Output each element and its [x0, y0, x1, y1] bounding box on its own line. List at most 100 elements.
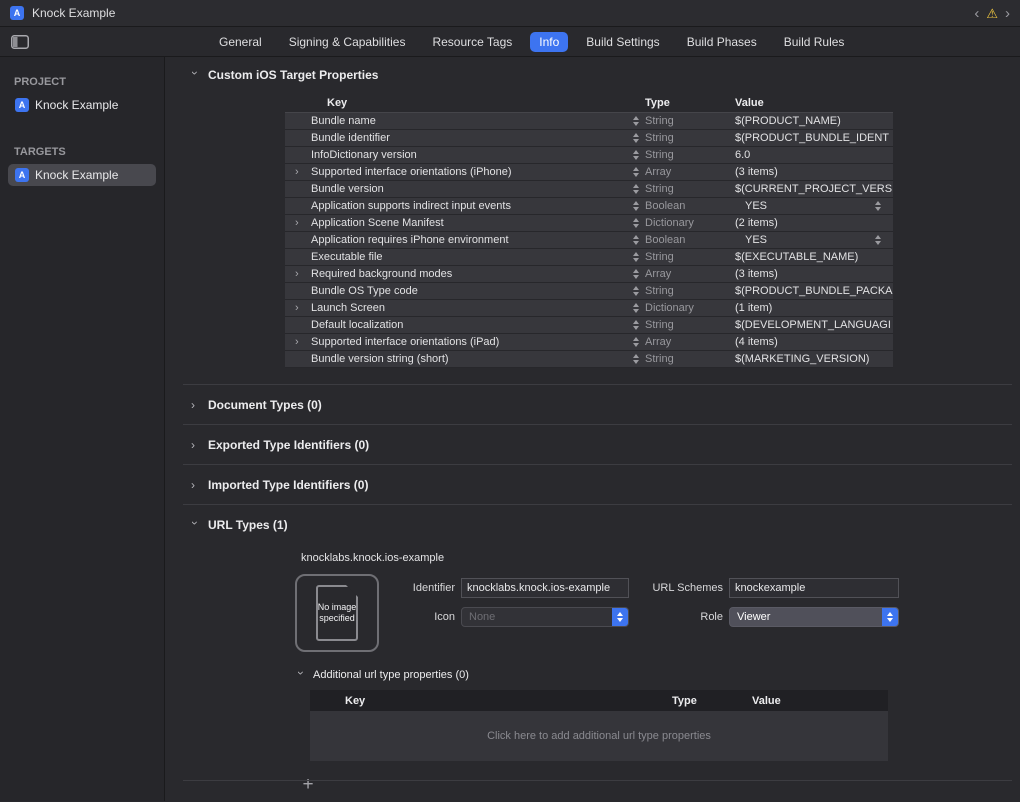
key-stepper-icon[interactable]	[633, 201, 639, 211]
property-row[interactable]: ›Default localizationString$(DEVELOPMENT…	[285, 317, 893, 334]
tab-general[interactable]: General	[210, 32, 271, 52]
property-value[interactable]: $(CURRENT_PROJECT_VERS	[735, 183, 892, 195]
tab-signing-capabilities[interactable]: Signing & Capabilities	[280, 32, 415, 52]
property-type[interactable]: String	[645, 115, 735, 127]
property-type[interactable]: String	[645, 353, 735, 365]
property-type[interactable]: String	[645, 251, 735, 263]
property-row[interactable]: ›Supported interface orientations (iPad)…	[285, 334, 893, 351]
disclosure-icon[interactable]: ›	[295, 166, 311, 178]
key-stepper-icon[interactable]	[633, 303, 639, 313]
key-stepper-icon[interactable]	[633, 167, 639, 177]
icon-dropdown[interactable]: None	[461, 607, 629, 627]
property-value[interactable]: (3 items)	[735, 268, 778, 280]
property-type[interactable]: Array	[645, 268, 735, 280]
property-type[interactable]: String	[645, 183, 735, 195]
key-stepper-icon[interactable]	[633, 354, 639, 364]
back-icon[interactable]: ‹	[974, 6, 979, 21]
property-type[interactable]: Boolean	[645, 234, 735, 246]
warning-icon[interactable]: ⚠	[986, 7, 998, 20]
sidebar-item-target[interactable]: A Knock Example	[8, 164, 156, 186]
property-type[interactable]: String	[645, 132, 735, 144]
property-type[interactable]: Boolean	[645, 200, 735, 212]
add-url-type-button[interactable]: +	[297, 775, 319, 795]
property-value[interactable]: 6.0	[735, 149, 750, 161]
sidebar-toggle-icon[interactable]	[11, 35, 29, 49]
property-value[interactable]: $(DEVELOPMENT_LANGUAGI	[735, 319, 891, 331]
property-value[interactable]: $(PRODUCT_BUNDLE_IDENT	[735, 132, 889, 144]
property-type[interactable]: Array	[645, 166, 735, 178]
value-stepper-icon[interactable]	[875, 235, 881, 245]
property-value[interactable]: (4 items)	[735, 336, 778, 348]
tab-resource-tags[interactable]: Resource Tags	[423, 32, 521, 52]
property-row[interactable]: ›Bundle OS Type codeString$(PRODUCT_BUND…	[285, 283, 893, 300]
section-header-custom-props[interactable]: › Custom iOS Target Properties	[165, 65, 1020, 85]
forward-icon[interactable]: ›	[1005, 6, 1010, 21]
key-stepper-icon[interactable]	[633, 235, 639, 245]
key-stepper-icon[interactable]	[633, 320, 639, 330]
tab-build-rules[interactable]: Build Rules	[775, 32, 854, 52]
tab-build-phases[interactable]: Build Phases	[678, 32, 766, 52]
url-schemes-field[interactable]	[729, 578, 899, 598]
section-header-imported-types[interactable]: › Imported Type Identifiers (0)	[165, 465, 1020, 504]
property-row[interactable]: ›Executable fileString$(EXECUTABLE_NAME)	[285, 249, 893, 266]
tab-build-settings[interactable]: Build Settings	[577, 32, 668, 52]
key-stepper-icon[interactable]	[633, 252, 639, 262]
property-value[interactable]: $(PRODUCT_BUNDLE_PACKA	[735, 285, 893, 297]
property-value[interactable]: YES	[745, 234, 767, 246]
property-value[interactable]: $(EXECUTABLE_NAME)	[735, 251, 858, 263]
property-type[interactable]: String	[645, 149, 735, 161]
property-row[interactable]: ›Application Scene ManifestDictionary(2 …	[285, 215, 893, 232]
disclosure-icon[interactable]: ›	[295, 217, 311, 229]
key-stepper-icon[interactable]	[633, 337, 639, 347]
disclosure-icon[interactable]: ›	[295, 302, 311, 314]
chevron-down-icon: ›	[294, 671, 308, 679]
property-type[interactable]: Dictionary	[645, 217, 735, 229]
additional-props-empty-row[interactable]: Click here to add additional url type pr…	[310, 711, 888, 761]
key-stepper-icon[interactable]	[633, 286, 639, 296]
property-value[interactable]: $(PRODUCT_NAME)	[735, 115, 841, 127]
disclosure-icon[interactable]: ›	[295, 268, 311, 280]
value-stepper-icon[interactable]	[875, 201, 881, 211]
property-type[interactable]: Array	[645, 336, 735, 348]
property-key: Bundle identifier	[311, 132, 390, 144]
property-row[interactable]: ›Bundle nameString$(PRODUCT_NAME)	[285, 113, 893, 130]
property-row[interactable]: ›Application requires iPhone environment…	[285, 232, 893, 249]
key-stepper-icon[interactable]	[633, 150, 639, 160]
section-header-document-types[interactable]: › Document Types (0)	[165, 385, 1020, 424]
property-value[interactable]: $(MARKETING_VERSION)	[735, 353, 869, 365]
disclosure-icon[interactable]: ›	[295, 336, 311, 348]
property-row[interactable]: ›InfoDictionary versionString6.0	[285, 147, 893, 164]
property-value[interactable]: (1 item)	[735, 302, 772, 314]
identifier-field[interactable]	[461, 578, 629, 598]
property-row[interactable]: ›Launch ScreenDictionary(1 item)	[285, 300, 893, 317]
key-stepper-icon[interactable]	[633, 269, 639, 279]
key-stepper-icon[interactable]	[633, 218, 639, 228]
sidebar-item-project[interactable]: A Knock Example	[8, 94, 156, 116]
role-dropdown[interactable]: Viewer	[729, 607, 899, 627]
url-type-name[interactable]: knocklabs.knock.ios-example	[295, 552, 895, 564]
property-type[interactable]: String	[645, 319, 735, 331]
property-row[interactable]: ›Application supports indirect input eve…	[285, 198, 893, 215]
key-stepper-icon[interactable]	[633, 184, 639, 194]
property-row[interactable]: ›Bundle identifierString$(PRODUCT_BUNDLE…	[285, 130, 893, 147]
property-row[interactable]: ›Required background modesArray(3 items)	[285, 266, 893, 283]
key-stepper-icon[interactable]	[633, 133, 639, 143]
property-row[interactable]: ›Supported interface orientations (iPhon…	[285, 164, 893, 181]
property-type[interactable]: Dictionary	[645, 302, 735, 314]
key-stepper-icon[interactable]	[633, 116, 639, 126]
url-type-image-well[interactable]: No image specified	[295, 574, 379, 652]
no-image-label: No image specified	[314, 602, 360, 624]
property-row[interactable]: ›Bundle versionString$(CURRENT_PROJECT_V…	[285, 181, 893, 198]
section-header-url-types[interactable]: › URL Types (1)	[165, 505, 1020, 544]
property-row[interactable]: ›Bundle version string (short)String$(MA…	[285, 351, 893, 368]
additional-props-table-header: Key Type Value	[310, 690, 888, 711]
additional-props-header[interactable]: › Additional url type properties (0)	[297, 668, 895, 682]
property-type[interactable]: String	[645, 285, 735, 297]
property-value[interactable]: (2 items)	[735, 217, 778, 229]
column-header-key: Key	[310, 695, 672, 707]
tab-info[interactable]: Info	[530, 32, 568, 52]
property-value[interactable]: YES	[745, 200, 767, 212]
props-table-body: ›Bundle nameString$(PRODUCT_NAME)›Bundle…	[285, 113, 893, 368]
section-header-exported-types[interactable]: › Exported Type Identifiers (0)	[165, 425, 1020, 464]
property-value[interactable]: (3 items)	[735, 166, 778, 178]
